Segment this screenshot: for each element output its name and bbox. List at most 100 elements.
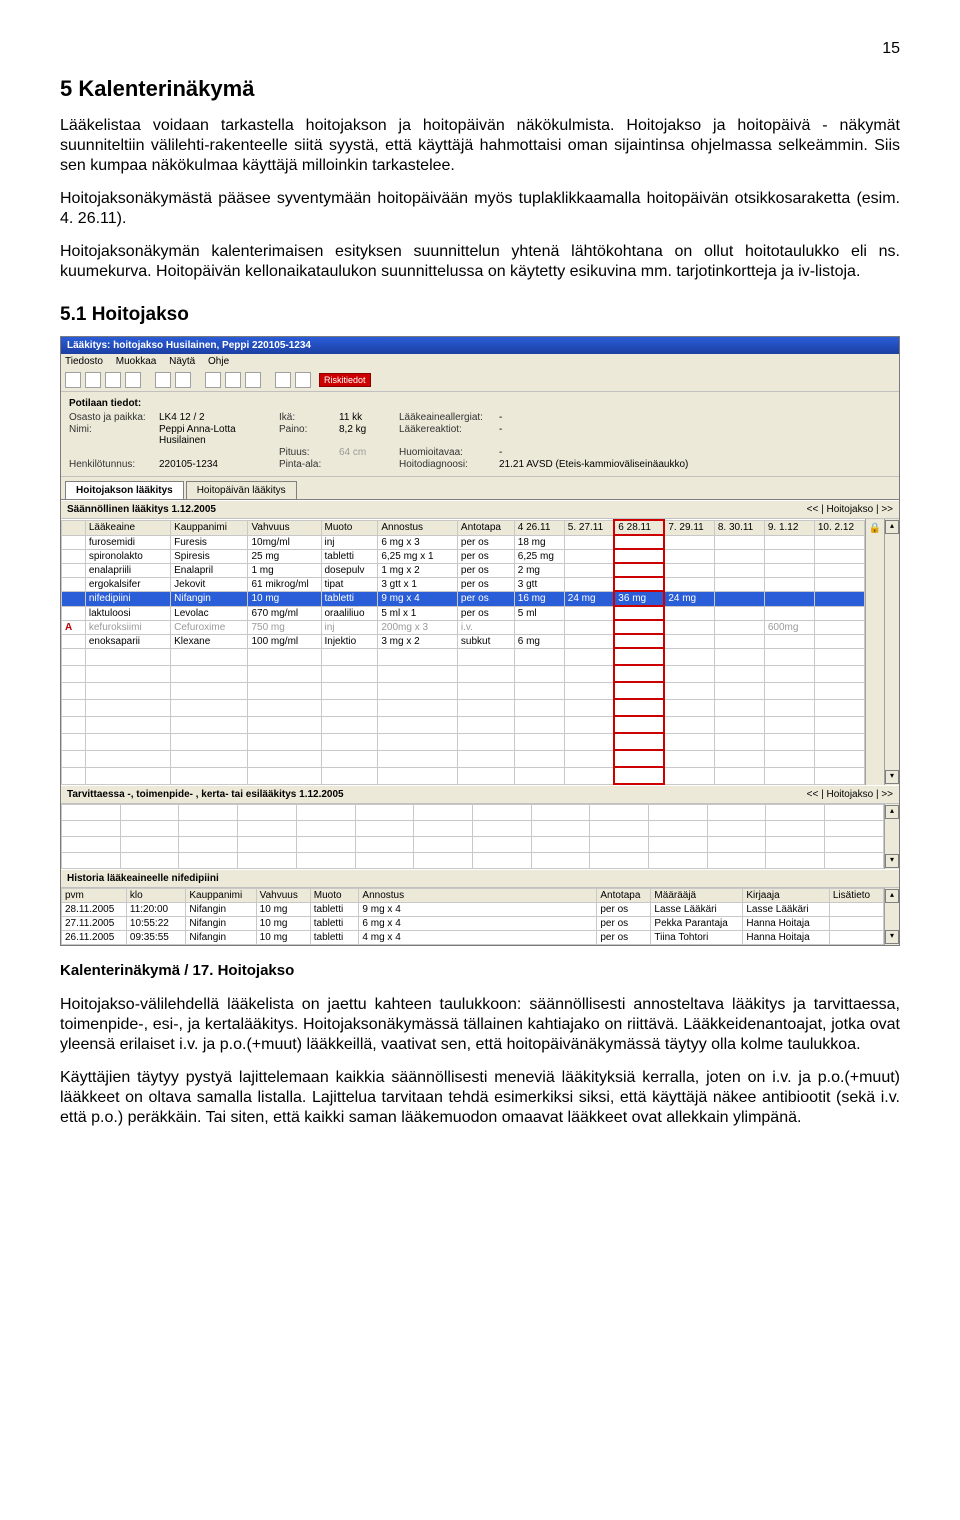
section-1-title: Säännöllinen lääkitys 1.12.2005 xyxy=(67,504,216,515)
table-header[interactable]: Muoto xyxy=(310,889,359,903)
preview-icon[interactable] xyxy=(175,372,191,388)
table-header[interactable]: pvm xyxy=(62,889,127,903)
table-row[interactable] xyxy=(62,767,865,784)
table-row[interactable] xyxy=(62,665,865,682)
section-1-nav[interactable]: << | Hoitojakso | >> xyxy=(807,504,893,515)
table-header[interactable]: Annostus xyxy=(378,520,458,535)
table-row[interactable] xyxy=(62,805,884,821)
scroll-down-icon[interactable]: ▾ xyxy=(885,770,899,784)
scrollbar-1[interactable]: ▴ ▾ xyxy=(884,519,899,785)
table-row[interactable]: 26.11.200509:35:55Nifangin10 mgtabletti4… xyxy=(62,931,884,945)
menu-bar[interactable]: Tiedosto Muokkaa Näytä Ohje xyxy=(61,354,899,369)
table-row[interactable] xyxy=(62,733,865,750)
scrollbar-3[interactable]: ▴ ▾ xyxy=(884,888,899,945)
table-row[interactable] xyxy=(62,699,865,716)
label-allergiat: Lääkeaineallergiat: xyxy=(399,412,499,423)
table-header[interactable]: Kauppanimi xyxy=(171,520,248,535)
window-titlebar: Lääkitys: hoitojakso Husilainen, Peppi 2… xyxy=(61,337,899,354)
table-row[interactable]: enalapriiliEnalapril1 mgdosepulv1 mg x 2… xyxy=(62,563,865,577)
table-row[interactable]: 28.11.200511:20:00Nifangin10 mgtabletti9… xyxy=(62,903,884,917)
table-row[interactable] xyxy=(62,750,865,767)
menu-help[interactable]: Ohje xyxy=(208,356,229,367)
table-row[interactable] xyxy=(62,853,884,869)
table-row[interactable]: 27.11.200510:55:22Nifangin10 mgtabletti6… xyxy=(62,917,884,931)
table-header[interactable]: klo xyxy=(126,889,185,903)
table-header[interactable]: 7. 29.11 xyxy=(664,520,714,535)
paragraph-2: Hoitojaksonäkymästä pääsee syventymään h… xyxy=(60,189,900,229)
menu-view[interactable]: Näytä xyxy=(169,356,195,367)
val-osasto: LK4 12 / 2 xyxy=(159,412,279,423)
table-header[interactable]: Lisätieto xyxy=(829,889,883,903)
table-header[interactable]: Lääkeaine xyxy=(85,520,170,535)
table-header[interactable]: 8. 30.11 xyxy=(714,520,764,535)
scroll-up-icon[interactable]: ▴ xyxy=(885,889,899,903)
menu-file[interactable]: Tiedosto xyxy=(65,356,103,367)
table-row[interactable] xyxy=(62,682,865,699)
scroll-down-icon[interactable]: ▾ xyxy=(885,930,899,944)
risk-button[interactable]: Riskitiedot xyxy=(319,373,371,387)
copy-icon[interactable] xyxy=(225,372,241,388)
paragraph-4: Hoitojakso-välilehdellä lääkelista on ja… xyxy=(60,995,900,1055)
table-row[interactable]: AkefuroksiimiCefuroxime750 mginj200mg x … xyxy=(62,620,865,634)
tab-hoitopaiva[interactable]: Hoitopäivän lääkitys xyxy=(186,481,297,499)
table-row[interactable] xyxy=(62,837,884,853)
scroll-down-icon[interactable]: ▾ xyxy=(885,854,899,868)
table-header[interactable]: 10. 2.12 xyxy=(814,520,864,535)
print-icon[interactable] xyxy=(155,372,171,388)
table-row[interactable] xyxy=(62,716,865,733)
table-row[interactable] xyxy=(62,821,884,837)
heading-1: 5 Kalenterinäkymä xyxy=(60,76,900,102)
scrollbar-2[interactable]: ▴ ▾ xyxy=(884,804,899,869)
val-reaktiot: - xyxy=(499,424,891,446)
cut-icon[interactable] xyxy=(205,372,221,388)
table-header[interactable]: Määrääjä xyxy=(651,889,743,903)
table-header[interactable]: Muoto xyxy=(321,520,378,535)
table-header[interactable]: Vahvuus xyxy=(256,889,310,903)
figure-caption: Kalenterinäkymä / 17. Hoitojakso xyxy=(60,962,900,979)
table-header[interactable] xyxy=(62,520,86,535)
table-row[interactable]: spironolaktoSpiresis25 mgtabletti6,25 mg… xyxy=(62,549,865,563)
table-row[interactable]: laktuloosiLevolac670 mg/mloraaliliuo5 ml… xyxy=(62,606,865,620)
label-reaktiot: Lääkereaktiot: xyxy=(399,424,499,446)
paragraph-5: Käyttäjien täytyy pystyä lajittelemaan k… xyxy=(60,1068,900,1128)
table-header[interactable]: 6 28.11 xyxy=(614,520,664,535)
table-header[interactable]: Antotapa xyxy=(457,520,514,535)
section-3-header: Historia lääkeaineelle nifedipiini xyxy=(61,869,899,888)
table-row[interactable]: enoksapariiKlexane100 mg/mlInjektio3 mg … xyxy=(62,634,865,648)
scroll-up-icon[interactable]: ▴ xyxy=(885,520,899,534)
table-row[interactable]: furosemidiFuresis10mg/mlinj6 mg x 3per o… xyxy=(62,535,865,549)
val-pinta xyxy=(339,459,399,470)
tab-strip: Hoitojakson lääkitys Hoitopäivän lääkity… xyxy=(61,477,899,500)
lock-icon[interactable]: 🔒 xyxy=(865,519,884,785)
table-header[interactable]: Annostus xyxy=(359,889,597,903)
redo-icon[interactable] xyxy=(295,372,311,388)
menu-edit[interactable]: Muokkaa xyxy=(116,356,157,367)
label-paino: Paino: xyxy=(279,424,339,446)
table-header[interactable]: 4 26.11 xyxy=(514,520,564,535)
val-ika: 11 kk xyxy=(339,412,399,423)
save-icon[interactable] xyxy=(105,372,121,388)
paragraph-1: Lääkelistaa voidaan tarkastella hoitojak… xyxy=(60,116,900,176)
save-all-icon[interactable] xyxy=(125,372,141,388)
undo-icon[interactable] xyxy=(275,372,291,388)
val-pituus: 64 cm xyxy=(339,447,399,458)
label-ika: Ikä: xyxy=(279,412,339,423)
table-header[interactable]: Kauppanimi xyxy=(186,889,256,903)
new-icon[interactable] xyxy=(65,372,81,388)
table-header[interactable]: Kirjaaja xyxy=(743,889,830,903)
scroll-up-icon[interactable]: ▴ xyxy=(885,805,899,819)
table-header[interactable]: 9. 1.12 xyxy=(764,520,814,535)
section-2-title: Tarvittaessa -, toimenpide- , kerta- tai… xyxy=(67,789,344,800)
table-header[interactable]: Vahvuus xyxy=(248,520,321,535)
section-2-nav[interactable]: << | Hoitojakso | >> xyxy=(807,789,893,800)
table-row[interactable]: nifedipiiniNifangin10 mgtabletti9 mg x 4… xyxy=(62,591,865,606)
patient-panel: Potilaan tiedot: Osasto ja paikka:LK4 12… xyxy=(61,392,899,477)
medication-table-2 xyxy=(61,804,884,869)
paste-icon[interactable] xyxy=(245,372,261,388)
open-icon[interactable] xyxy=(85,372,101,388)
table-row[interactable]: ergokalsiferJekovit61 mikrog/mltipat3 gt… xyxy=(62,577,865,591)
table-header[interactable]: 5. 27.11 xyxy=(564,520,614,535)
table-header[interactable]: Antotapa xyxy=(597,889,651,903)
table-row[interactable] xyxy=(62,648,865,665)
tab-hoitojakso[interactable]: Hoitojakson lääkitys xyxy=(65,481,184,499)
